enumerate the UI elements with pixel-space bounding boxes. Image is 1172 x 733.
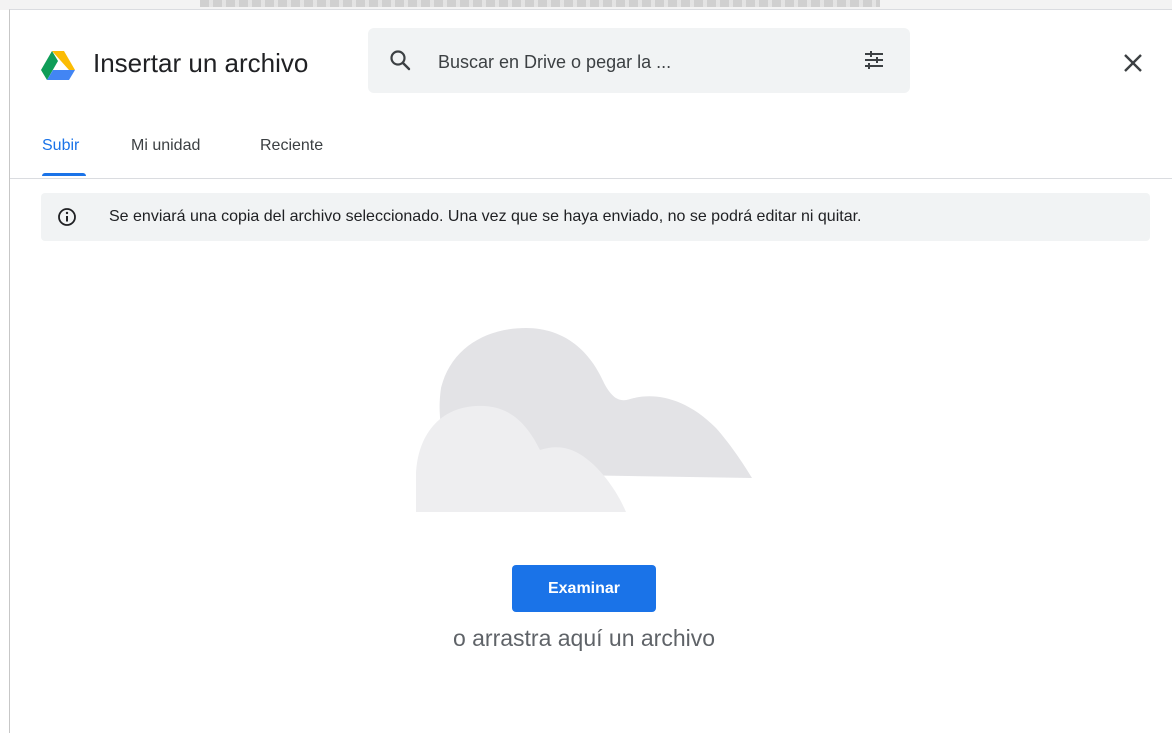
- close-icon[interactable]: [1120, 50, 1146, 76]
- insert-file-dialog: Insertar un archivo Subir Mi unidad Reci…: [9, 9, 1172, 733]
- tab-mi-unidad[interactable]: Mi unidad: [131, 136, 200, 156]
- background-blurred-text: [200, 0, 880, 7]
- google-drive-logo-icon: [41, 51, 75, 80]
- active-tab-indicator: [42, 173, 86, 176]
- browse-button[interactable]: Examinar: [512, 565, 656, 612]
- search-icon[interactable]: [388, 48, 412, 72]
- tune-icon[interactable]: [862, 48, 886, 72]
- search-input[interactable]: [436, 48, 820, 76]
- drive-search-box[interactable]: [368, 28, 910, 93]
- notice-text: Se enviará una copia del archivo selecci…: [109, 208, 862, 225]
- info-notice: Se enviará una copia del archivo selecci…: [41, 193, 1150, 241]
- tab-bar: Subir Mi unidad Reciente: [10, 130, 1172, 179]
- tab-reciente[interactable]: Reciente: [260, 136, 323, 156]
- info-icon: [58, 208, 76, 226]
- drop-zone-text: o arrastra aquí un archivo: [452, 625, 716, 651]
- cloud-illustration: [416, 328, 752, 512]
- tab-subir[interactable]: Subir: [42, 136, 79, 156]
- dialog-title: Insertar un archivo: [93, 48, 309, 78]
